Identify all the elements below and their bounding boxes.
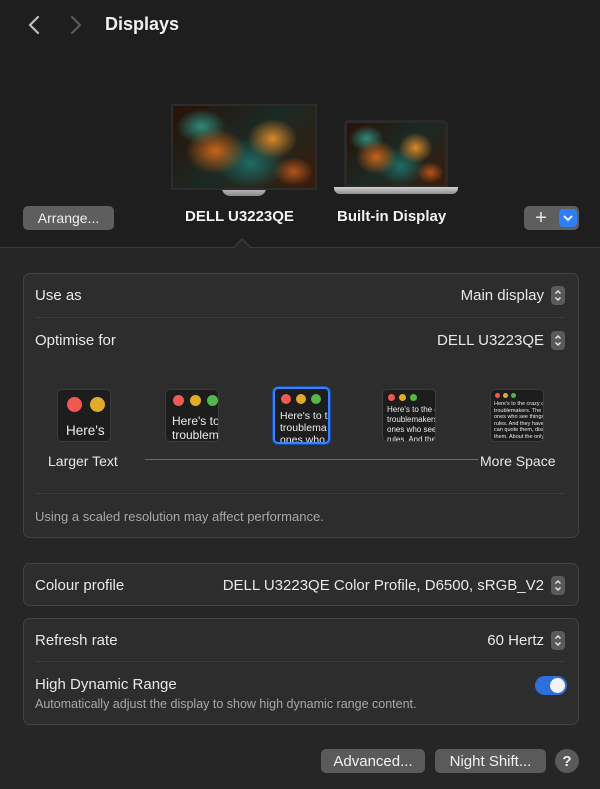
wallpaper-image xyxy=(173,106,315,188)
traffic-light-green xyxy=(311,394,321,404)
page-title: Displays xyxy=(105,14,180,34)
resolution-option-larger-text[interactable]: Here's xyxy=(57,389,111,442)
resolution-slider-track xyxy=(145,459,478,460)
refresh-rate-value: 60 Hertz xyxy=(487,631,544,649)
up-down-chevron-icon xyxy=(551,285,565,305)
resolution-option-2[interactable]: Here's to troublem xyxy=(165,389,219,442)
resolution-option-3-selected[interactable]: Here's to t troublema ones who xyxy=(273,387,330,444)
use-as-row: Use as Main display xyxy=(35,283,565,307)
chevron-left-icon xyxy=(28,15,40,35)
separator xyxy=(35,661,565,662)
use-as-label: Use as xyxy=(35,286,82,304)
traffic-light-red xyxy=(173,395,184,406)
resolution-preview-text: Here's to the crazy ones troublemakers. … xyxy=(494,401,544,441)
colour-profile-row: Colour profile DELL U3223QE Color Profil… xyxy=(35,573,565,597)
traffic-light-yellow xyxy=(90,397,105,412)
chevron-right-icon xyxy=(70,15,82,35)
use-as-value: Main display xyxy=(460,286,544,304)
up-down-chevron-icon xyxy=(551,630,565,650)
traffic-light-yellow xyxy=(399,394,406,401)
up-down-chevron-icon xyxy=(551,330,565,350)
hdr-label: High Dynamic Range xyxy=(35,676,177,693)
resolution-preview-text: Here's to troublem xyxy=(172,414,219,442)
up-down-chevron-icon xyxy=(551,575,565,595)
traffic-light-red xyxy=(281,394,291,404)
refresh-rate-row: Refresh rate 60 Hertz xyxy=(35,628,565,652)
resolution-preview-text: Here's xyxy=(66,423,105,438)
hdr-description: Automatically adjust the display to show… xyxy=(35,697,417,711)
resolution-preview-text: Here's to the cr troublemakers, ones who… xyxy=(387,405,436,442)
external-monitor-icon[interactable] xyxy=(171,104,317,196)
optimise-for-value: DELL U3223QE xyxy=(436,331,544,349)
divider xyxy=(0,247,600,248)
optimise-for-label: Optimise for xyxy=(35,331,116,349)
separator xyxy=(35,493,565,494)
traffic-light-yellow xyxy=(503,393,508,398)
colour-profile-select[interactable]: DELL U3223QE Color Profile, D6500, sRGB_… xyxy=(222,575,565,595)
arrange-button[interactable]: Arrange... xyxy=(23,206,114,230)
back-button[interactable] xyxy=(22,12,46,38)
toggle-knob xyxy=(550,678,565,693)
add-display-button[interactable]: + xyxy=(524,206,579,230)
resolution-option-more-space[interactable]: Here's to the crazy ones troublemakers. … xyxy=(490,389,544,442)
refresh-rate-select[interactable]: 60 Hertz xyxy=(487,630,565,650)
forward-button[interactable] xyxy=(64,12,88,38)
traffic-light-green xyxy=(511,393,516,398)
night-shift-button[interactable]: Night Shift... xyxy=(435,749,546,773)
optimise-for-row: Optimise for DELL U3223QE xyxy=(35,328,565,352)
laptop-base xyxy=(334,187,458,194)
traffic-light-green xyxy=(410,394,417,401)
help-button[interactable]: ? xyxy=(555,749,579,773)
more-space-label: More Space xyxy=(480,453,556,469)
resolution-preview-text: Here's to t troublema ones who xyxy=(280,410,328,444)
display-name-dell[interactable]: DELL U3223QE xyxy=(185,208,294,225)
refresh-rate-label: Refresh rate xyxy=(35,631,118,649)
laptop-icon[interactable] xyxy=(334,120,458,196)
monitor-stand xyxy=(222,188,266,196)
colour-profile-value: DELL U3223QE Color Profile, D6500, sRGB_… xyxy=(222,576,544,594)
use-as-select[interactable]: Main display xyxy=(460,285,565,305)
larger-text-label: Larger Text xyxy=(48,453,118,469)
optimise-for-select[interactable]: DELL U3223QE xyxy=(436,330,565,350)
plus-icon: + xyxy=(535,207,547,229)
separator xyxy=(35,317,565,318)
traffic-light-red xyxy=(495,393,500,398)
traffic-light-red xyxy=(67,397,82,412)
chevron-down-icon[interactable] xyxy=(559,209,577,227)
traffic-light-red xyxy=(388,394,395,401)
traffic-light-yellow xyxy=(296,394,306,404)
traffic-light-yellow xyxy=(190,395,201,406)
colour-profile-label: Colour profile xyxy=(35,576,125,594)
wallpaper-image xyxy=(347,123,445,185)
display-name-builtin[interactable]: Built-in Display xyxy=(337,208,446,225)
traffic-light-green xyxy=(207,395,218,406)
hdr-toggle[interactable] xyxy=(535,676,567,695)
advanced-button[interactable]: Advanced... xyxy=(321,749,425,773)
resolution-option-4[interactable]: Here's to the cr troublemakers, ones who… xyxy=(382,389,436,442)
performance-note: Using a scaled resolution may affect per… xyxy=(35,509,324,524)
